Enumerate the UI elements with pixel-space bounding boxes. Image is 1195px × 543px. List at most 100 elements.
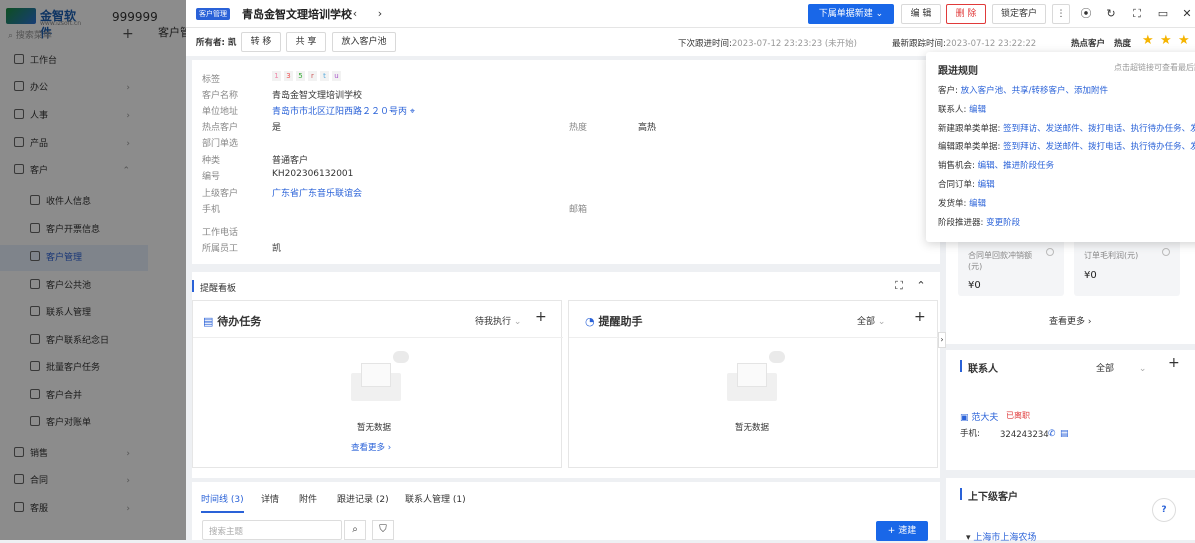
tab-1[interactable]: 详情 bbox=[261, 492, 279, 505]
todo-title: 待办任务 bbox=[217, 315, 262, 328]
collapse-icon[interactable]: ⌃ bbox=[914, 279, 928, 293]
assistant-filter-value: 全部 bbox=[857, 317, 876, 327]
tag-list: 135rtu bbox=[272, 71, 344, 81]
owner-info: 所有者: 凯 bbox=[196, 36, 236, 48]
rule-key: 销售机会: bbox=[938, 161, 975, 172]
bell-icon: ◔ bbox=[585, 315, 595, 328]
call-icon[interactable]: ✆ bbox=[1048, 429, 1056, 439]
transfer-button[interactable]: 转 移 bbox=[241, 32, 281, 52]
stats-see-more-label: 查看更多 bbox=[1049, 317, 1086, 327]
rule-key: 客户: bbox=[938, 86, 958, 96]
address-text: 青岛市市北区辽阳西路２２０号丙 bbox=[272, 107, 408, 117]
info-icon bbox=[1046, 248, 1054, 256]
location-pin-icon: ⌖ bbox=[409, 107, 415, 117]
contacts-panel: 联系人 全部 ⌄ + ▣ 范大夫 已离职 手机: 324243234 ✆ ▤ bbox=[946, 350, 1195, 470]
rule-row: 合同订单: 编辑 bbox=[938, 178, 995, 190]
stat-value: ¥0 bbox=[1084, 270, 1097, 281]
todo-filter-value: 待我执行 bbox=[475, 317, 512, 327]
relation-item[interactable]: ▾ 上海市上海农场 bbox=[966, 530, 1036, 543]
collapse-side-handle[interactable]: › bbox=[938, 332, 946, 348]
delete-button[interactable]: 删 除 bbox=[946, 4, 986, 24]
rule-row: 联系人: 编辑 bbox=[938, 103, 986, 115]
department-label: 部门单选 bbox=[202, 139, 239, 149]
refresh-icon[interactable]: ↻ bbox=[1104, 7, 1118, 21]
tab-0[interactable]: 时间线 (3) bbox=[201, 492, 244, 513]
move-to-pool-button[interactable]: 放入客户池 bbox=[332, 32, 396, 52]
staff-value: 凯 bbox=[272, 244, 282, 254]
rule-links[interactable]: 变更阶段 bbox=[986, 218, 1020, 228]
customer-name: 青岛金智文理培训学校 bbox=[272, 91, 363, 101]
search-icon[interactable]: ⌕ bbox=[344, 520, 366, 540]
assistant-filter-select[interactable]: 全部 ⌄ bbox=[857, 314, 885, 327]
rule-key: 阶段推进器: bbox=[938, 217, 984, 228]
quick-create-button[interactable]: + 速建 bbox=[876, 521, 928, 541]
rule-row: 阶段推进器: 变更阶段 bbox=[938, 216, 1020, 228]
expand-icon[interactable]: ⛶ bbox=[892, 279, 906, 293]
todo-see-more-link[interactable]: 查看更多 › bbox=[351, 441, 391, 453]
minimize-icon[interactable]: ▭ bbox=[1156, 7, 1170, 21]
code-label: 编号 bbox=[202, 172, 221, 182]
next-followup: 下次跟进时间:2023-07-12 23:23:23 (未开始) bbox=[678, 37, 857, 49]
edit-button[interactable]: 编 辑 bbox=[901, 4, 941, 24]
tab-2[interactable]: 附件 bbox=[299, 492, 317, 505]
contact-phone: 324243234 bbox=[1000, 430, 1049, 440]
assistant-header: ◔ 提醒助手 bbox=[585, 313, 642, 329]
contacts-filter-select[interactable]: 全部 ⌄ bbox=[1096, 361, 1146, 374]
contact-icon: ▣ bbox=[960, 413, 969, 423]
chevron-down-icon: ⌄ bbox=[513, 317, 522, 327]
code-value: KH202306132001 bbox=[272, 169, 354, 179]
last-followup-value: 2023-07-12 23:22:22 bbox=[945, 39, 1037, 49]
next-followup-value: 2023-07-12 23:23:23 (未开始) bbox=[731, 39, 857, 49]
rule-row: 编辑跟单类单据: 签到拜访、发送邮件、拨打电话、执行待办任务、发送短信 bbox=[938, 140, 1195, 152]
tag-chip: 5 bbox=[296, 71, 305, 81]
close-icon[interactable]: ✕ bbox=[1180, 7, 1194, 21]
todo-filter-select[interactable]: 待我执行 ⌄ bbox=[475, 314, 521, 327]
last-followup-label: 最新跟踪时间: bbox=[892, 39, 946, 49]
next-followup-label: 下次跟进时间: bbox=[678, 39, 732, 49]
stats-see-more-link[interactable]: 查看更多 › bbox=[1049, 314, 1091, 327]
help-icon[interactable]: ? bbox=[1152, 498, 1176, 522]
relations-title: 上下级客户 bbox=[968, 492, 1018, 503]
add-contact-icon[interactable]: + bbox=[1168, 355, 1180, 371]
tag-chip: 1 bbox=[272, 71, 281, 81]
lock-customer-button[interactable]: 锁定客户 bbox=[992, 4, 1046, 24]
play-icon[interactable]: ⦿ bbox=[1079, 7, 1093, 21]
rule-links[interactable]: 签到拜访、发送邮件、拨打电话、执行待办任务、发送短信 bbox=[1003, 124, 1195, 134]
tag-chip: r bbox=[308, 71, 317, 81]
add-reminder-icon[interactable]: + bbox=[914, 309, 926, 325]
prev-record-icon[interactable]: ‹ bbox=[348, 7, 362, 21]
rule-links[interactable]: 放入客户池、共享/转移客户、添加附件 bbox=[961, 86, 1108, 96]
message-icon[interactable]: ▤ bbox=[1060, 429, 1069, 439]
contact-name-link[interactable]: ▣ 范大夫 bbox=[960, 410, 998, 423]
timeline-search-input[interactable]: 搜索主题 bbox=[202, 520, 342, 540]
owner-name: 凯 bbox=[227, 38, 237, 48]
modal-overlay[interactable] bbox=[0, 0, 186, 540]
assistant-title: 提醒助手 bbox=[598, 315, 643, 328]
section-accent bbox=[960, 488, 962, 500]
reminder-board-title: 提醒看板 bbox=[200, 284, 237, 294]
rule-links[interactable]: 编辑 bbox=[978, 180, 995, 190]
rule-key: 合同订单: bbox=[938, 180, 975, 190]
rule-links[interactable]: 编辑 bbox=[969, 105, 986, 115]
stat-card: 订单毛利润(元) ¥0 bbox=[1074, 240, 1180, 296]
fullscreen-icon[interactable]: ⛶ bbox=[1130, 7, 1144, 21]
last-followup[interactable]: 最新跟踪时间:2023-07-12 23:22:22 bbox=[892, 37, 1036, 49]
filter-icon[interactable]: ⛉ bbox=[372, 520, 394, 540]
relations-panel: 上下级客户 ▾ 上海市上海农场 ? bbox=[946, 478, 1195, 543]
tab-3[interactable]: 跟进记录 (2) bbox=[337, 492, 389, 505]
rule-key: 新建跟单类单据: bbox=[938, 123, 1001, 134]
parent-customer-link[interactable]: 广东省广东音乐联谊会 bbox=[272, 186, 362, 199]
rule-links[interactable]: 编辑、推进阶段任务 bbox=[978, 161, 1055, 171]
tag-chip: 3 bbox=[284, 71, 293, 81]
new-sub-document-button[interactable]: 下属单据新建 ⌄ bbox=[808, 4, 894, 24]
add-todo-icon[interactable]: + bbox=[535, 309, 547, 325]
rule-links[interactable]: 签到拜访、发送邮件、拨打电话、执行待办任务、发送短信 bbox=[1003, 142, 1195, 152]
share-button[interactable]: 共 享 bbox=[286, 32, 326, 52]
tab-4[interactable]: 联系人管理 (1) bbox=[405, 492, 466, 505]
rule-links[interactable]: 编辑 bbox=[969, 199, 986, 209]
address-link[interactable]: 青岛市市北区辽阳西路２２０号丙 ⌖ bbox=[272, 104, 415, 117]
hot-customer-value: 是 bbox=[272, 123, 282, 133]
more-menu-icon[interactable]: ⋮ bbox=[1052, 4, 1070, 24]
next-record-icon[interactable]: › bbox=[373, 7, 387, 21]
type-label: 种类 bbox=[202, 156, 221, 166]
